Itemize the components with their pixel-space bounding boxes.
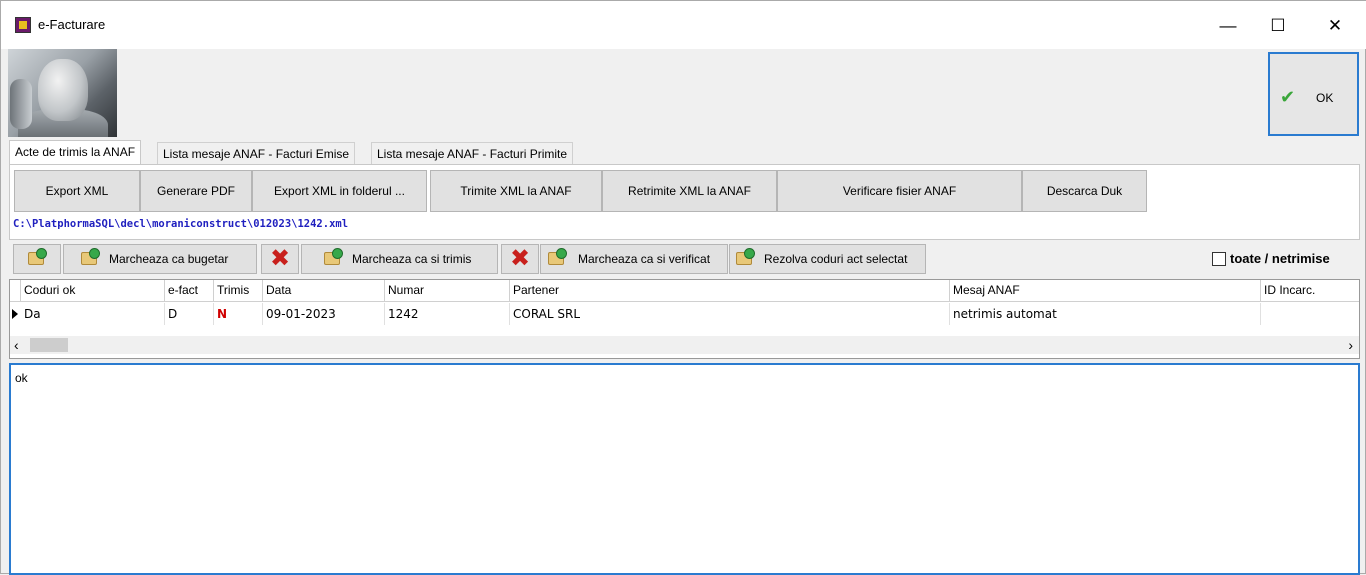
red-x-icon: ✖ bbox=[509, 245, 531, 272]
column-header-e-fact[interactable]: e-fact bbox=[165, 280, 214, 302]
cell-coduri-ok[interactable]: Da bbox=[21, 303, 165, 325]
tab-facturi-primite[interactable]: Lista mesaje ANAF - Facturi Primite bbox=[371, 142, 574, 165]
trimite-xml-button[interactable]: Trimite XML la ANAF bbox=[430, 170, 602, 212]
export-folder-button[interactable]: Export XML in folderul ... bbox=[252, 170, 427, 212]
column-header-coduri-ok[interactable]: Coduri ok bbox=[21, 280, 165, 302]
folder-action-button[interactable] bbox=[13, 244, 61, 274]
close-button[interactable]: ✕ bbox=[1312, 11, 1358, 41]
tab-acte-de-trimis[interactable]: Acte de trimis la ANAF bbox=[9, 140, 142, 166]
delete-bugetar-button[interactable]: ✖ bbox=[261, 244, 299, 274]
window-title: e-Facturare bbox=[38, 17, 106, 32]
cell-numar[interactable]: 1242 bbox=[385, 303, 510, 325]
rezolva-coduri-button[interactable]: Rezolva coduri act selectat bbox=[729, 244, 926, 274]
descarca-duk-button[interactable]: Descarca Duk bbox=[1022, 170, 1147, 212]
delete-trimis-button[interactable]: ✖ bbox=[501, 244, 539, 274]
scroll-right-icon[interactable]: › bbox=[1348, 336, 1353, 354]
folder-icon bbox=[324, 248, 343, 265]
ok-button[interactable]: ✔ OK bbox=[1268, 52, 1359, 136]
cell-partener[interactable]: CORAL SRL bbox=[510, 303, 950, 325]
file-path-label: C:\PlatphormaSQL\decl\moraniconstruct\01… bbox=[13, 218, 349, 230]
scroll-thumb[interactable] bbox=[30, 338, 68, 352]
cell-data[interactable]: 09-01-2023 bbox=[263, 303, 385, 325]
column-header-partener[interactable]: Partener bbox=[510, 280, 950, 302]
marcheaza-verificat-button[interactable]: Marcheaza ca si verificat bbox=[540, 244, 728, 274]
toate-netrimise-label: toate / netrimise bbox=[1230, 251, 1330, 266]
retrimite-xml-button[interactable]: Retrimite XML la ANAF bbox=[602, 170, 777, 212]
app-icon bbox=[15, 17, 31, 33]
red-x-icon: ✖ bbox=[269, 245, 291, 272]
column-header-mesaj-anaf[interactable]: Mesaj ANAF bbox=[950, 280, 1261, 302]
export-xml-button[interactable]: Export XML bbox=[14, 170, 140, 212]
toate-netrimise-checkbox[interactable] bbox=[1212, 252, 1226, 266]
efacturare-window: e-Facturare — ☐ ✕ ✔ OK Acte de trimis la… bbox=[0, 0, 1366, 575]
folder-icon bbox=[81, 248, 100, 265]
folder-icon bbox=[548, 248, 567, 265]
marcheaza-bugetar-label: Marcheaza ca bugetar bbox=[109, 252, 229, 266]
ok-button-label: OK bbox=[1316, 91, 1334, 105]
marcheaza-verificat-label: Marcheaza ca si verificat bbox=[578, 252, 711, 266]
maximize-button[interactable]: ☐ bbox=[1255, 11, 1301, 41]
cell-trimis[interactable]: N bbox=[214, 303, 263, 325]
generare-pdf-button[interactable]: Generare PDF bbox=[140, 170, 252, 212]
column-header-id-incarc[interactable]: ID Incarc. bbox=[1261, 280, 1359, 302]
column-header-data[interactable]: Data bbox=[263, 280, 385, 302]
robot-image bbox=[8, 49, 117, 137]
memo-text: ok bbox=[15, 371, 28, 385]
cell-e-fact[interactable]: D bbox=[165, 303, 214, 325]
cell-mesaj-anaf[interactable]: netrimis automat bbox=[950, 303, 1261, 325]
title-bar: e-Facturare — ☐ ✕ bbox=[1, 1, 1366, 49]
minimize-button[interactable]: — bbox=[1205, 11, 1251, 41]
marcheaza-trimis-button[interactable]: Marcheaza ca si trimis bbox=[301, 244, 498, 274]
checkmark-icon: ✔ bbox=[1280, 87, 1296, 107]
column-header-trimis[interactable]: Trimis bbox=[214, 280, 263, 302]
folder-icon bbox=[28, 248, 47, 265]
scroll-left-icon[interactable]: ‹ bbox=[14, 336, 19, 354]
marcheaza-bugetar-button[interactable]: Marcheaza ca bugetar bbox=[63, 244, 257, 274]
cell-id-incarc[interactable] bbox=[1261, 303, 1359, 325]
acte-grid[interactable]: Coduri ok e-fact Trimis Data Numar Parte… bbox=[9, 279, 1360, 359]
message-memo[interactable]: ok bbox=[9, 363, 1360, 575]
grid-indicator-header bbox=[10, 280, 21, 302]
column-header-numar[interactable]: Numar bbox=[385, 280, 510, 302]
verificare-fisier-button[interactable]: Verificare fisier ANAF bbox=[777, 170, 1022, 212]
horizontal-scrollbar[interactable]: ‹ › bbox=[10, 336, 1359, 354]
marcheaza-trimis-label: Marcheaza ca si trimis bbox=[352, 252, 472, 266]
tab-facturi-emise[interactable]: Lista mesaje ANAF - Facturi Emise bbox=[157, 142, 356, 165]
folder-icon bbox=[736, 248, 755, 265]
rezolva-coduri-label: Rezolva coduri act selectat bbox=[764, 252, 908, 266]
current-row-indicator-icon bbox=[10, 303, 19, 325]
